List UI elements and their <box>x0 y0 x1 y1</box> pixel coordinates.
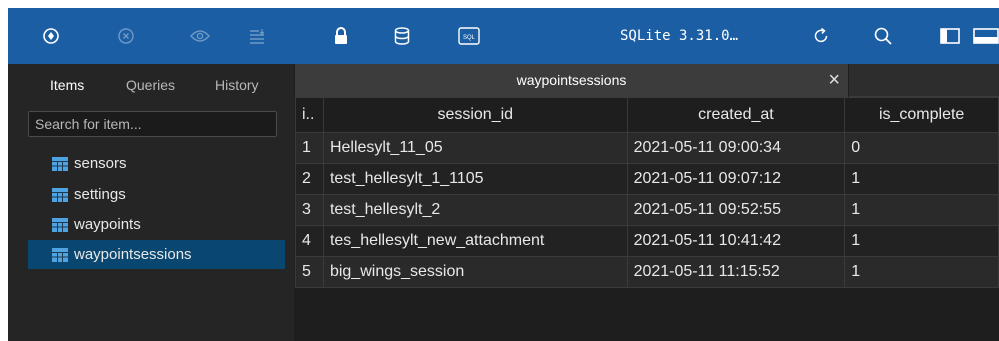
sidebar-item-waypointsessions[interactable]: waypointsessions <box>28 240 285 269</box>
table-row[interactable]: 2 test_hellesylt_1_1105 2021-05-11 09:07… <box>295 163 999 195</box>
sidebar-toggle-icon[interactable] <box>937 8 963 64</box>
sidebar-item-settings[interactable]: settings <box>28 180 285 209</box>
open-database-icon[interactable] <box>38 8 64 64</box>
table-icon <box>52 247 68 262</box>
view-icon[interactable] <box>186 8 214 64</box>
close-icon[interactable]: × <box>828 64 840 97</box>
tab-items[interactable]: Items <box>50 77 84 93</box>
cell-id[interactable]: 4 <box>295 225 324 257</box>
app-window: SQL SQLite 3.31.0… Items Queries History… <box>8 8 999 341</box>
document-tab[interactable]: waypointsessions × <box>295 64 848 97</box>
cell-session-id[interactable]: tes_hellesylt_new_attachment <box>322 225 628 257</box>
table-icon <box>52 187 68 202</box>
database-icon[interactable] <box>389 8 415 64</box>
lock-icon[interactable] <box>328 8 354 64</box>
sidebar: Items Queries History sensors settings w… <box>8 64 294 341</box>
cell-created-at[interactable]: 2021-05-11 09:52:55 <box>626 194 846 226</box>
cell-is-complete[interactable]: 1 <box>844 194 999 226</box>
cell-is-complete[interactable]: 0 <box>844 132 999 164</box>
cell-created-at[interactable]: 2021-05-11 11:15:52 <box>626 256 846 288</box>
refresh-icon[interactable] <box>808 8 834 64</box>
panel-toggle-icon[interactable] <box>973 8 999 64</box>
column-header-session-id[interactable]: session_id <box>322 97 628 133</box>
table-row[interactable]: 1 Hellesylt_11_05 2021-05-11 09:00:34 0 <box>295 132 999 164</box>
sqlite-version-label[interactable]: SQLite 3.31.0… <box>620 8 738 64</box>
table-header-row: i.. session_id created_at is_complete <box>295 97 999 133</box>
table-icon <box>52 217 68 232</box>
sidebar-item-label: waypoints <box>74 216 141 233</box>
cell-created-at[interactable]: 2021-05-11 10:41:42 <box>626 225 846 257</box>
cell-is-complete[interactable]: 1 <box>844 225 999 257</box>
sidebar-item-label: sensors <box>74 155 127 172</box>
data-table: i.. session_id created_at is_complete 1 … <box>295 97 999 288</box>
toolbar: SQL SQLite 3.31.0… <box>8 8 999 64</box>
tab-strip <box>849 64 999 97</box>
cell-session-id[interactable]: Hellesylt_11_05 <box>322 132 628 164</box>
cell-created-at[interactable]: 2021-05-11 09:00:34 <box>626 132 846 164</box>
cell-id[interactable]: 5 <box>295 256 324 288</box>
search-icon[interactable] <box>870 8 896 64</box>
tab-history[interactable]: History <box>215 77 259 93</box>
cell-is-complete[interactable]: 1 <box>844 163 999 195</box>
cell-created-at[interactable]: 2021-05-11 09:07:12 <box>626 163 846 195</box>
sidebar-item-label: waypointsessions <box>74 246 192 263</box>
search-input[interactable] <box>28 111 277 137</box>
document-tab-title: waypointsessions <box>516 72 627 88</box>
cell-session-id[interactable]: test_hellesylt_2 <box>322 194 628 226</box>
table-icon <box>52 156 68 171</box>
cell-is-complete[interactable]: 1 <box>844 256 999 288</box>
svg-text:SQL: SQL <box>463 35 476 41</box>
cell-id[interactable]: 1 <box>295 132 324 164</box>
sidebar-item-waypoints[interactable]: waypoints <box>28 210 285 239</box>
tab-queries[interactable]: Queries <box>126 77 175 93</box>
cell-id[interactable]: 2 <box>295 163 324 195</box>
table-row[interactable]: 5 big_wings_session 2021-05-11 11:15:52 … <box>295 256 999 288</box>
table-row[interactable]: 3 test_hellesylt_2 2021-05-11 09:52:55 1 <box>295 194 999 226</box>
close-database-icon[interactable] <box>113 8 139 64</box>
column-header-is-complete[interactable]: is_complete <box>844 97 999 133</box>
cell-id[interactable]: 3 <box>295 194 324 226</box>
column-header-id[interactable]: i.. <box>295 97 324 133</box>
list-icon[interactable] <box>244 8 270 64</box>
table-row[interactable]: 4 tes_hellesylt_new_attachment 2021-05-1… <box>295 225 999 257</box>
cell-session-id[interactable]: test_hellesylt_1_1105 <box>322 163 628 195</box>
main-panel: waypointsessions × i.. session_id create… <box>295 64 999 341</box>
sidebar-item-label: settings <box>74 186 126 203</box>
cell-session-id[interactable]: big_wings_session <box>322 256 628 288</box>
sidebar-tabs: Items Queries History <box>8 64 294 104</box>
sql-icon[interactable]: SQL <box>454 8 484 64</box>
sidebar-item-sensors[interactable]: sensors <box>28 149 285 178</box>
column-header-created-at[interactable]: created_at <box>626 97 846 133</box>
